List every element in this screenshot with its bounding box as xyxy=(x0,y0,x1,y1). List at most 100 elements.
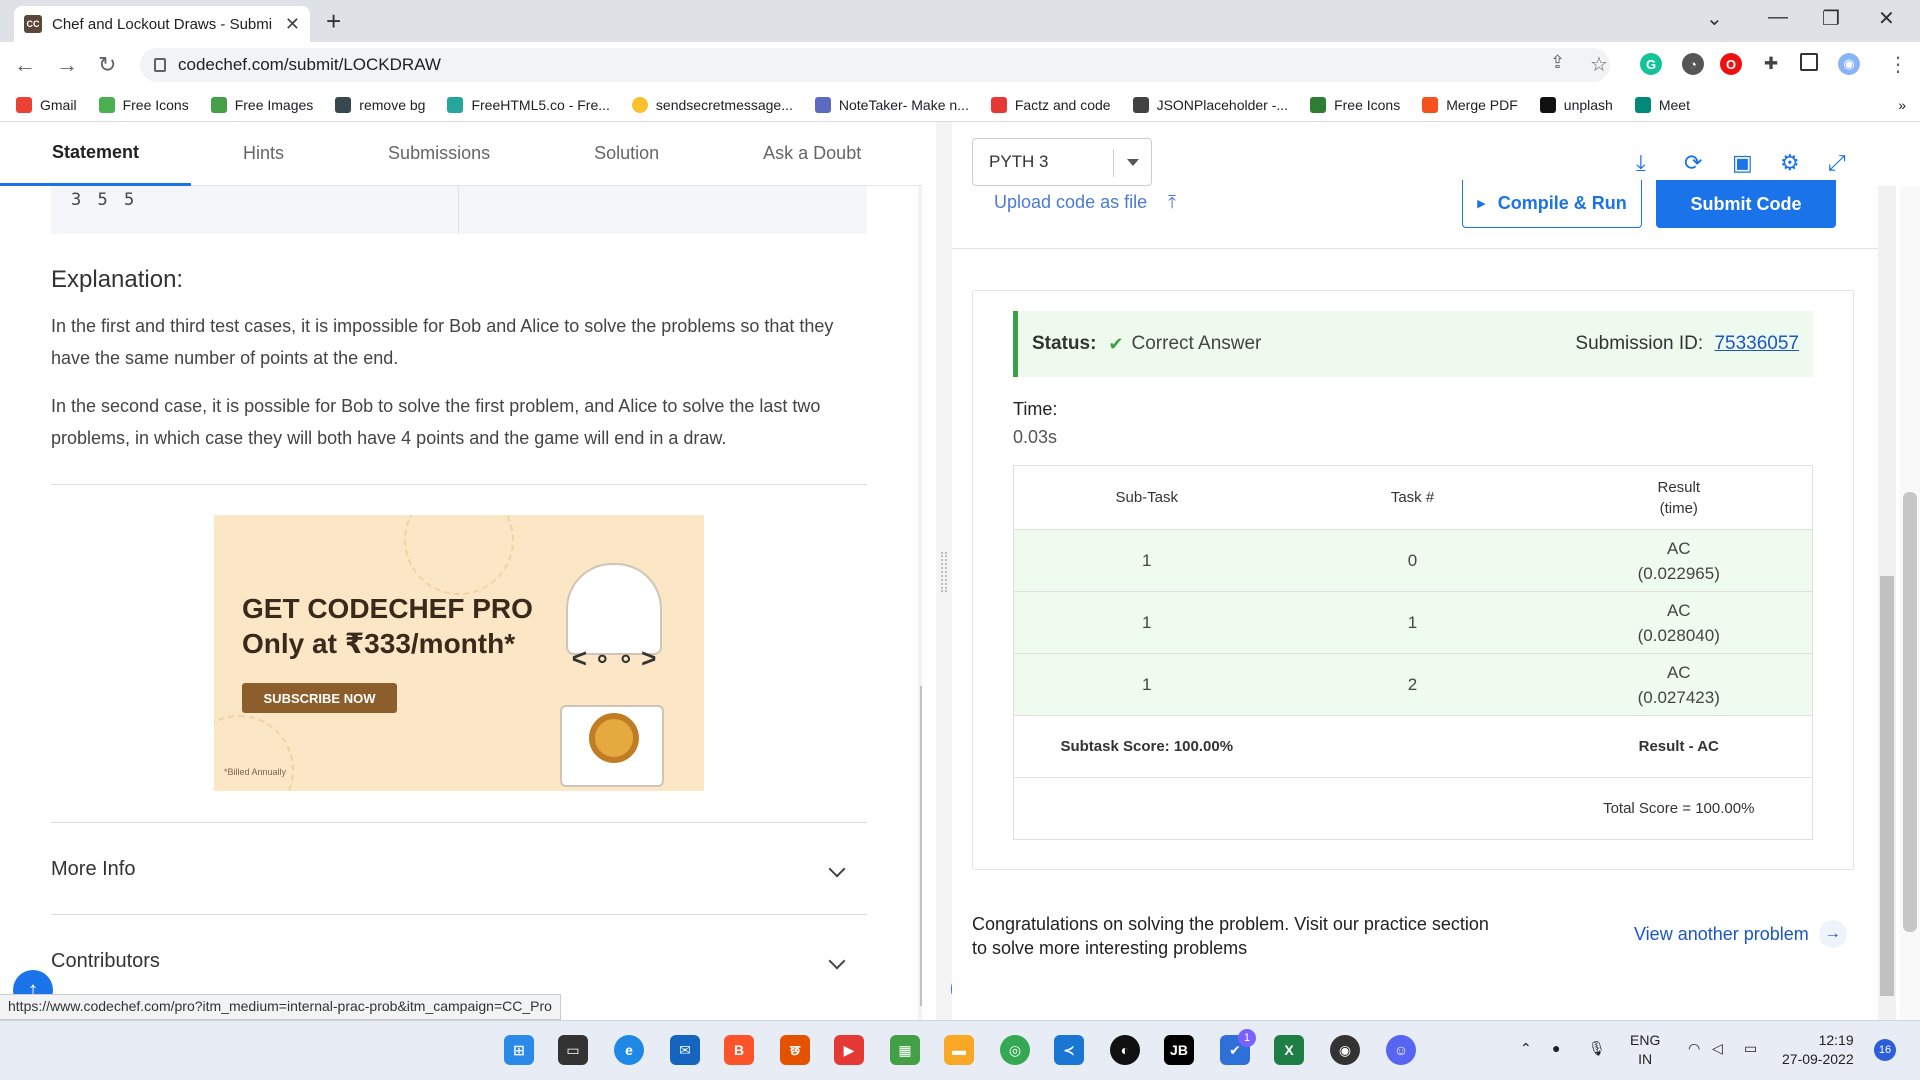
bookmark-item[interactable]: Free Icons xyxy=(1310,96,1400,113)
more-info-accordion[interactable]: More Info xyxy=(51,824,867,914)
side-panel-icon[interactable] xyxy=(1800,53,1818,71)
share-icon[interactable]: ⇪ xyxy=(1550,52,1565,73)
youtube-icon[interactable]: ▶ xyxy=(834,1035,864,1065)
browser-tab[interactable]: CC Chef and Lockout Draws - Submi ✕ xyxy=(14,6,310,42)
scrollbar-thumb[interactable] xyxy=(1880,576,1894,996)
more-bookmarks-button[interactable]: » xyxy=(1898,97,1906,113)
tab-hints[interactable]: Hints xyxy=(191,122,336,186)
tab-statement[interactable]: Statement xyxy=(0,122,192,186)
language-select[interactable]: PYTH 3 xyxy=(972,138,1152,186)
bookmark-item[interactable]: NoteTaker- Make n... xyxy=(814,96,969,113)
tab-solution[interactable]: Solution xyxy=(542,122,711,186)
extension-icon[interactable]: ◔ xyxy=(1682,53,1704,75)
tab-ask-a-doubt[interactable]: Ask a Doubt xyxy=(711,122,913,186)
profile-avatar[interactable]: ◉ xyxy=(1838,53,1860,75)
page-scrollbar[interactable] xyxy=(1900,186,1920,1020)
bookmark-item[interactable]: Free Images xyxy=(210,96,313,113)
url-text: codechef.com/submit/LOCKDRAW xyxy=(178,55,441,74)
new-tab-button[interactable]: + xyxy=(326,6,341,37)
problem-scrollbar[interactable] xyxy=(918,186,922,1020)
submission-id-link[interactable]: 75336057 xyxy=(1714,333,1799,354)
region-code: IN xyxy=(1638,1051,1653,1067)
fullscreen-icon[interactable]: ⤢ xyxy=(1828,150,1846,176)
save-icon[interactable]: ▣ xyxy=(1732,150,1753,176)
chrome-icon[interactable]: ◎ xyxy=(1000,1035,1030,1065)
windows-taskbar: ⊞ ▭ e ✉ B छ ▶ ▦ ▬ ◎ ≺ ◐ JB ✔ 1 X ◉ ☺ ⌃ ●… xyxy=(0,1020,1920,1080)
tab-submissions[interactable]: Submissions xyxy=(336,122,542,186)
subscribe-now-button[interactable]: SUBSCRIBE NOW xyxy=(242,683,397,713)
back-icon[interactable]: ← xyxy=(14,52,36,78)
notetaker-icon xyxy=(814,96,831,113)
ad-headline: GET CODECHEF PRO xyxy=(242,593,533,624)
notification-badge[interactable]: 16 xyxy=(1874,1039,1896,1061)
file-explorer-icon[interactable]: ▬ xyxy=(944,1035,974,1065)
view-another-problem-link[interactable]: View another problem → xyxy=(1634,920,1847,948)
submission-scrollbar[interactable] xyxy=(1878,186,1896,1020)
battery-icon[interactable]: ▭ xyxy=(1744,1039,1757,1058)
github-icon[interactable]: ◐ xyxy=(1110,1035,1140,1065)
selected-language: PYTH 3 xyxy=(989,152,1049,171)
close-window-button[interactable]: ✕ xyxy=(1878,6,1895,31)
codechef-pro-ad[interactable]: GET CODECHEF PRO Only at ₹333/month* SUB… xyxy=(214,515,704,791)
bookmark-item[interactable]: JSONPlaceholder -... xyxy=(1132,96,1288,113)
total-score-row: Total Score = 100.00% xyxy=(1013,777,1813,840)
scrollbar-thumb[interactable] xyxy=(1903,492,1917,932)
reload-icon[interactable]: ↻ xyxy=(98,52,116,78)
language-code: ENG xyxy=(1630,1032,1661,1048)
excel-icon[interactable]: X xyxy=(1274,1035,1304,1065)
microphone-icon[interactable]: 🎙 xyxy=(1588,1039,1606,1058)
close-tab-icon[interactable]: ✕ xyxy=(285,14,300,35)
language-indicator[interactable]: ENG IN xyxy=(1630,1031,1660,1069)
bookmark-item[interactable]: Gmail xyxy=(16,96,77,113)
address-bar[interactable]: codechef.com/submit/LOCKDRAW xyxy=(140,48,1610,82)
upload-label: Upload code as file xyxy=(994,192,1148,212)
vscode-icon[interactable]: ≺ xyxy=(1054,1035,1084,1065)
bookmark-item[interactable]: sendsecretmessage... xyxy=(631,96,793,113)
bookmark-star-icon[interactable]: ☆ xyxy=(1590,52,1608,77)
brave-icon[interactable]: B xyxy=(724,1035,754,1065)
bookmark-item[interactable]: FreeHTML5.co - Fre... xyxy=(447,96,610,113)
panel-splitter[interactable] xyxy=(936,122,952,1020)
task-view-icon[interactable]: ▭ xyxy=(558,1035,588,1065)
grammarly-extension-icon[interactable]: G xyxy=(1640,53,1662,75)
microsoft-store-icon[interactable]: ▦ xyxy=(890,1035,920,1065)
reset-icon[interactable]: ⟳ xyxy=(1684,150,1702,176)
time-value: 0.03s xyxy=(1013,427,1058,447)
jetbrains-icon[interactable]: JB xyxy=(1164,1035,1194,1065)
bookmark-item[interactable]: Merge PDF xyxy=(1422,96,1518,113)
contributors-accordion[interactable]: Contributors xyxy=(51,916,867,1006)
tab-search-icon[interactable]: ⌄ xyxy=(1706,6,1723,31)
empty-cell xyxy=(1279,715,1546,778)
bookmark-item[interactable]: Free Icons xyxy=(98,96,189,113)
bookmark-item[interactable]: Factz and code xyxy=(990,96,1111,113)
obs-icon[interactable]: ◉ xyxy=(1330,1035,1360,1065)
column-header: Sub-Task xyxy=(1013,465,1280,530)
app-icon[interactable]: छ xyxy=(780,1035,810,1065)
windows-start-icon[interactable]: ⊞ xyxy=(504,1035,534,1065)
mail-icon[interactable]: ✉ xyxy=(670,1035,700,1065)
submit-code-button[interactable]: Submit Code xyxy=(1656,180,1836,228)
scrollbar-thumb[interactable] xyxy=(920,686,922,1006)
upload-code-link[interactable]: Upload code as file ⤒ xyxy=(994,192,1176,213)
restore-button[interactable]: ❐ xyxy=(1822,6,1840,31)
minimize-button[interactable]: — xyxy=(1768,6,1788,29)
bookmark-item[interactable]: remove bg xyxy=(335,96,425,113)
tray-app-icon[interactable]: ● xyxy=(1552,1039,1560,1058)
bookmark-item[interactable]: Meet xyxy=(1634,96,1690,113)
show-hidden-icons[interactable]: ⌃ xyxy=(1520,1039,1532,1058)
wifi-icon[interactable]: ◠ xyxy=(1688,1039,1700,1058)
ad-price: Only at ₹333/month* xyxy=(242,628,516,659)
download-icon[interactable]: ⤓ xyxy=(1636,150,1646,176)
discord-icon[interactable]: ☺ xyxy=(1386,1035,1416,1065)
clock[interactable]: 12:19 27-09-2022 xyxy=(1782,1031,1854,1069)
volume-icon[interactable]: ◁ xyxy=(1712,1039,1723,1058)
menu-kebab-icon[interactable]: ⋮ xyxy=(1888,52,1908,77)
compile-and-run-button[interactable]: ▶ Compile & Run xyxy=(1462,180,1642,228)
bookmark-item[interactable]: unplash xyxy=(1539,96,1613,113)
forward-icon[interactable]: → xyxy=(56,52,78,78)
edge-icon[interactable]: e xyxy=(614,1035,644,1065)
opera-extension-icon[interactable]: O xyxy=(1720,53,1742,75)
youtube-icon xyxy=(990,96,1007,113)
extensions-puzzle-icon[interactable]: ✚ xyxy=(1760,53,1782,75)
settings-gear-icon[interactable]: ⚙ xyxy=(1780,150,1800,176)
